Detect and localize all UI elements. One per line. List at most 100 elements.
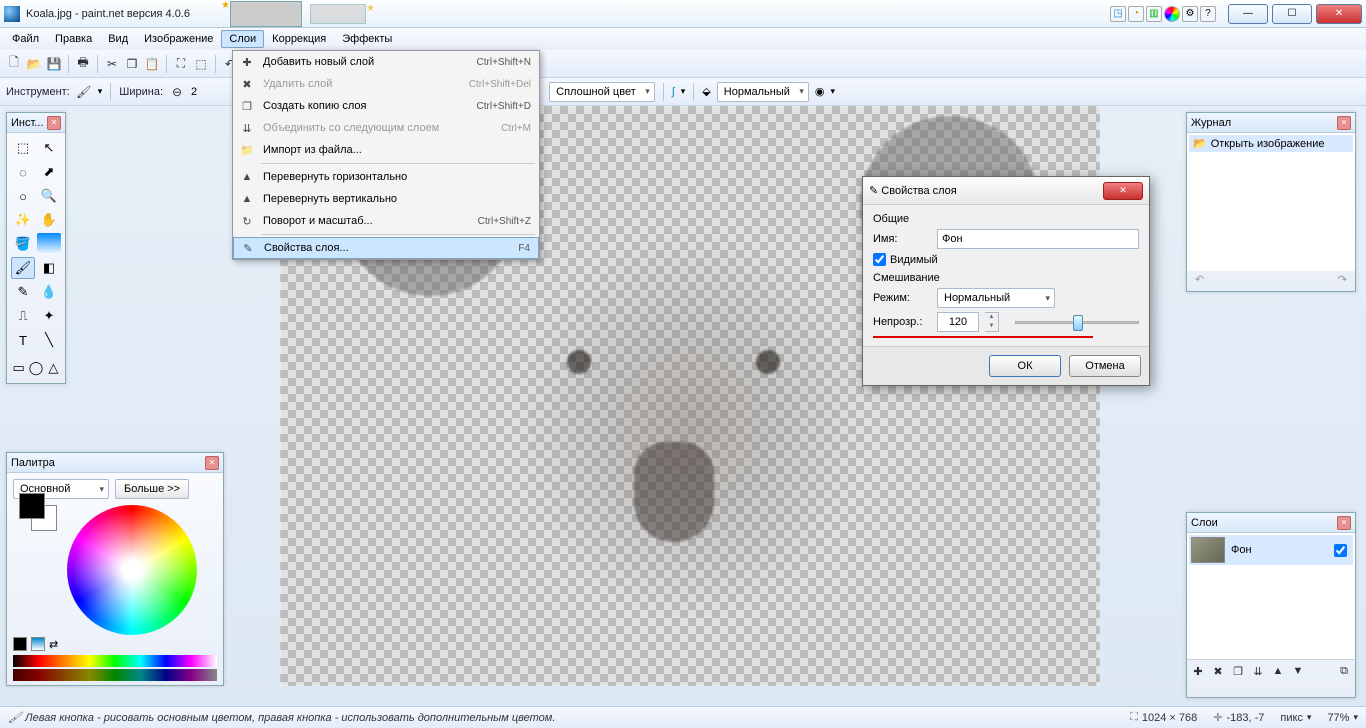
- colors-toggle-icon[interactable]: [1164, 6, 1180, 22]
- brush-icon[interactable]: 🖌: [76, 84, 92, 100]
- opacity-field[interactable]: [937, 312, 979, 332]
- duplicate-layer-icon[interactable]: ❐: [1229, 662, 1247, 680]
- help-icon[interactable]: ?: [1200, 6, 1216, 22]
- ellipse-select-tool[interactable]: ○: [11, 185, 35, 207]
- alpha-icon[interactable]: ◉: [815, 85, 825, 98]
- color-swatches[interactable]: [19, 493, 45, 519]
- opacity-slider[interactable]: [1015, 312, 1139, 332]
- opacity-spinner[interactable]: ▲▼: [985, 312, 999, 332]
- pencil-tool[interactable]: ✎: [11, 281, 35, 303]
- recolor-tool[interactable]: ✦: [37, 305, 61, 327]
- bw-swatch[interactable]: [13, 637, 27, 651]
- ok-button[interactable]: ОК: [989, 355, 1061, 377]
- move-selection-tool[interactable]: ⬈: [37, 161, 61, 183]
- lasso-tool[interactable]: ◌: [11, 161, 35, 183]
- layers-toggle-icon[interactable]: ▥: [1146, 6, 1162, 22]
- clone-tool[interactable]: ⎍: [11, 305, 35, 327]
- new-icon[interactable]: 🗋: [6, 56, 22, 72]
- close-icon[interactable]: ✕: [47, 116, 61, 130]
- menu-item-icon: ↻: [237, 215, 257, 228]
- minus-icon[interactable]: ⊖: [169, 84, 185, 100]
- menu-effects[interactable]: Эффекты: [334, 30, 400, 48]
- layer-visible-checkbox[interactable]: [1334, 544, 1347, 557]
- layer-row[interactable]: Фон: [1189, 535, 1353, 565]
- aa-icon[interactable]: ⬙: [702, 85, 710, 98]
- deselect-icon[interactable]: ⬚: [193, 56, 209, 72]
- rect-shape-tool[interactable]: ▭: [11, 357, 26, 379]
- menu-item[interactable]: ❐Создать копию слояCtrl+Shift+D: [233, 95, 539, 117]
- close-icon[interactable]: ✕: [205, 456, 219, 470]
- freeform-tool[interactable]: △: [46, 357, 61, 379]
- menu-item[interactable]: ✚Добавить новый слойCtrl+Shift+N: [233, 51, 539, 73]
- add-layer-icon[interactable]: ✚: [1189, 662, 1207, 680]
- swap-icon[interactable]: [31, 637, 45, 651]
- cancel-button[interactable]: Отмена: [1069, 355, 1141, 377]
- wand-tool[interactable]: ✨: [11, 209, 35, 231]
- menu-item[interactable]: ✎Свойства слоя...F4: [233, 237, 539, 259]
- delete-layer-icon[interactable]: ✖: [1209, 662, 1227, 680]
- open-icon: 📂: [1193, 137, 1207, 150]
- curve-icon[interactable]: ∫: [672, 86, 675, 98]
- open-icon[interactable]: 📂: [26, 56, 42, 72]
- menu-image[interactable]: Изображение: [136, 30, 221, 48]
- maximize-button[interactable]: ☐: [1272, 4, 1312, 24]
- menu-item[interactable]: ▲Перевернуть вертикально: [233, 188, 539, 210]
- history-item[interactable]: 📂 Открыть изображение: [1189, 135, 1353, 152]
- move-tool[interactable]: ↖: [37, 137, 61, 159]
- menu-layers[interactable]: Слои: [221, 30, 264, 48]
- color-wheel[interactable]: [67, 505, 197, 635]
- redo-icon[interactable]: ↷: [1338, 273, 1347, 286]
- menu-adjust[interactable]: Коррекция: [264, 30, 334, 48]
- pan-tool[interactable]: ✋: [37, 209, 61, 231]
- history-toggle-icon[interactable]: ◔: [1128, 6, 1144, 22]
- doc-thumb[interactable]: ★: [310, 4, 366, 24]
- name-field[interactable]: [937, 229, 1139, 249]
- zoom-tool[interactable]: 🔍: [37, 185, 61, 207]
- dialog-close-button[interactable]: ✕: [1103, 182, 1143, 200]
- close-icon[interactable]: ✕: [1337, 116, 1351, 130]
- menu-view[interactable]: Вид: [100, 30, 136, 48]
- move-down-icon[interactable]: ▼: [1289, 662, 1307, 680]
- doc-thumb-active[interactable]: ★: [230, 1, 302, 27]
- color-strip[interactable]: [13, 655, 217, 667]
- print-icon[interactable]: 🖶: [75, 56, 91, 72]
- color-strip-dark[interactable]: [13, 669, 217, 681]
- properties-icon[interactable]: ⧉: [1335, 662, 1353, 680]
- picker-tool[interactable]: 💧: [37, 281, 61, 303]
- minimize-button[interactable]: —: [1228, 4, 1268, 24]
- menu-item[interactable]: 📁Импорт из файла...: [233, 139, 539, 161]
- menu-edit[interactable]: Правка: [47, 30, 100, 48]
- more-button[interactable]: Больше >>: [115, 479, 189, 499]
- mode-dropdown[interactable]: Нормальный: [937, 288, 1055, 308]
- text-tool[interactable]: T: [11, 329, 35, 351]
- ellipse-shape-tool[interactable]: ◯: [28, 357, 43, 379]
- undo-icon[interactable]: ↶: [1195, 273, 1204, 286]
- menu-item: ⇊Объединить со следующим слоемCtrl+M: [233, 117, 539, 139]
- cut-icon[interactable]: ✂: [104, 56, 120, 72]
- paste-icon[interactable]: 📋: [144, 56, 160, 72]
- eraser-tool[interactable]: ◧: [37, 257, 61, 279]
- line-tool[interactable]: ╲: [37, 329, 61, 351]
- move-up-icon[interactable]: ▲: [1269, 662, 1287, 680]
- copy-icon[interactable]: ❐: [124, 56, 140, 72]
- swap-arrows-icon[interactable]: ⇄: [49, 638, 58, 651]
- visible-checkbox[interactable]: Видимый: [873, 253, 1139, 266]
- tools-toggle-icon[interactable]: ◳: [1110, 6, 1126, 22]
- bucket-tool[interactable]: 🪣: [11, 233, 35, 255]
- layer-thumb: [1191, 537, 1225, 563]
- close-button[interactable]: ✕: [1316, 4, 1362, 24]
- menu-item[interactable]: ▲Перевернуть горизонтально: [233, 166, 539, 188]
- rect-select-tool[interactable]: ⬚: [11, 137, 35, 159]
- settings-icon[interactable]: ⚙: [1182, 6, 1198, 22]
- primary-swatch[interactable]: [19, 493, 45, 519]
- menu-item[interactable]: ↻Поворот и масштаб...Ctrl+Shift+Z: [233, 210, 539, 232]
- gradient-tool[interactable]: [37, 233, 61, 255]
- blend-dropdown[interactable]: Нормальный: [717, 82, 809, 102]
- fill-dropdown[interactable]: Сплошной цвет: [549, 82, 655, 102]
- menu-file[interactable]: Файл: [4, 30, 47, 48]
- crop-icon[interactable]: ⛶: [173, 56, 189, 72]
- close-icon[interactable]: ✕: [1337, 516, 1351, 530]
- merge-down-icon[interactable]: ⇊: [1249, 662, 1267, 680]
- brush-tool[interactable]: 🖌: [11, 257, 35, 279]
- save-icon[interactable]: 💾: [46, 56, 62, 72]
